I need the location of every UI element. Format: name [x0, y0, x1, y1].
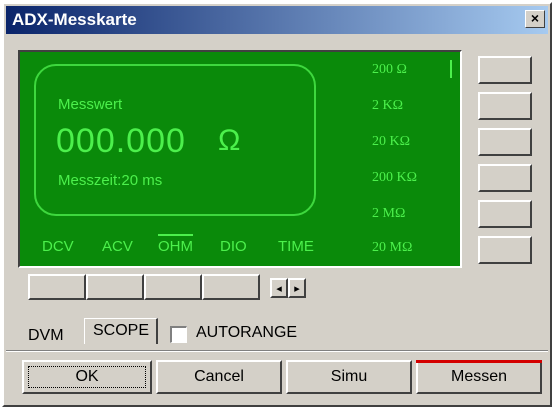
separator: [6, 350, 548, 352]
range-button-20-mohm[interactable]: [478, 236, 532, 264]
dialog-window: ADX-Messkarte × Messwert 000.000 Ω Messz…: [2, 2, 552, 407]
range-button-200-ohm[interactable]: [478, 56, 532, 84]
window-title: ADX-Messkarte: [12, 10, 137, 29]
spin-right-button[interactable]: ▸: [288, 278, 306, 298]
autorange-checkbox[interactable]: [170, 326, 187, 343]
tab-scope[interactable]: SCOPE: [84, 318, 158, 344]
spin-left-button[interactable]: ◂: [270, 278, 288, 298]
messen-accent-bar: [416, 360, 542, 363]
simu-button[interactable]: Simu: [286, 360, 412, 394]
cancel-button[interactable]: Cancel: [156, 360, 282, 394]
readout-panel: Messwert 000.000 Ω Messzeit:20 ms: [34, 64, 316, 216]
range-indicator: [450, 60, 452, 78]
readout-unit: Ω: [218, 124, 241, 157]
messen-label: Messen: [450, 368, 508, 385]
range-label: 2 MΩ: [372, 206, 406, 221]
range-button-2-kohm[interactable]: [478, 92, 532, 120]
mode-button-4[interactable]: [202, 274, 260, 300]
ok-button[interactable]: OK: [22, 360, 152, 394]
focus-rect: [28, 366, 146, 388]
mode-button-1[interactable]: [28, 274, 86, 300]
tab-dvm[interactable]: DVM: [18, 322, 82, 348]
range-label: 20 MΩ: [372, 240, 413, 255]
range-button-2-mohm[interactable]: [478, 200, 532, 228]
mode-dcv[interactable]: DCV: [42, 238, 74, 255]
range-label: 2 KΩ: [372, 98, 404, 113]
readout-label: Messwert: [58, 96, 123, 113]
readout-value: 000.000: [56, 122, 186, 160]
title-bar[interactable]: ADX-Messkarte ×: [6, 6, 548, 34]
range-button-200-kohm[interactable]: [478, 164, 532, 192]
range-label: 200 KΩ: [372, 170, 418, 185]
range-label: 200 Ω: [372, 62, 407, 77]
mode-ohm[interactable]: OHM: [158, 234, 193, 255]
mode-dio[interactable]: DIO: [220, 238, 247, 255]
mode-button-3[interactable]: [144, 274, 202, 300]
range-label: 20 KΩ: [372, 134, 411, 149]
range-button-20-kohm[interactable]: [478, 128, 532, 156]
autorange-label: AUTORANGE: [196, 324, 298, 341]
readout-time: Messzeit:20 ms: [58, 172, 163, 189]
messen-button[interactable]: Messen: [416, 360, 542, 394]
mode-button-2[interactable]: [86, 274, 144, 300]
measurement-display: Messwert 000.000 Ω Messzeit:20 ms DCV AC…: [18, 50, 462, 268]
mode-acv[interactable]: ACV: [102, 238, 133, 255]
mode-time[interactable]: TIME: [278, 238, 314, 255]
close-button[interactable]: ×: [525, 10, 545, 28]
